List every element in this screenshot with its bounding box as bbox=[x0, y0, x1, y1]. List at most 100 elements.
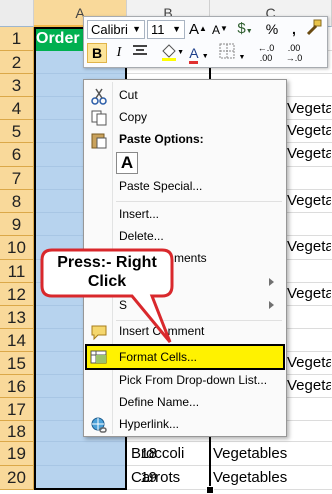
font-name-value: Calibri bbox=[91, 22, 128, 37]
row-header-19[interactable]: 19 bbox=[0, 442, 34, 466]
font-name-box[interactable]: Calibri ▼ bbox=[87, 20, 145, 39]
cell-a19[interactable] bbox=[34, 442, 127, 466]
menu-label-define-name: Define Name... bbox=[119, 395, 200, 409]
row-header-12[interactable]: 12 bbox=[0, 283, 34, 306]
cell-b20-text[interactable]: Carrots bbox=[131, 466, 210, 490]
decrease-decimal-button[interactable]: .00 →.0 bbox=[282, 43, 306, 63]
row-header-16[interactable]: 16 bbox=[0, 375, 34, 398]
comma-button[interactable]: , bbox=[287, 19, 301, 39]
row-header-1[interactable]: 1 bbox=[0, 27, 34, 51]
cell-c4[interactable]: Vegetables bbox=[287, 98, 331, 120]
decrease-decimal-icon: .00 →.0 bbox=[285, 43, 303, 63]
increase-decimal-icon: ←.0.00 bbox=[257, 43, 275, 63]
row-header-18[interactable]: 18 bbox=[0, 421, 34, 442]
row-header-20[interactable]: 20 bbox=[0, 466, 34, 490]
cell-c15[interactable]: Vegetables bbox=[287, 352, 331, 374]
fill-color-button[interactable]: ▼ bbox=[154, 43, 184, 66]
grow-font-button[interactable]: A▲ bbox=[188, 19, 208, 40]
format-painter-button[interactable] bbox=[303, 19, 325, 42]
grow-font-label: A bbox=[189, 21, 200, 38]
bold-button[interactable]: B bbox=[87, 43, 107, 63]
row-header-13[interactable]: 13 bbox=[0, 306, 34, 329]
menu-label-copy: Copy bbox=[119, 110, 148, 124]
up-arrow-icon: ▲ bbox=[199, 24, 207, 33]
currency-label: $ bbox=[237, 20, 246, 37]
row-header-3[interactable]: 3 bbox=[0, 74, 34, 97]
row-header-15[interactable]: 15 bbox=[0, 352, 34, 375]
copy-icon bbox=[91, 110, 107, 126]
cell-c8[interactable]: Vegetables bbox=[287, 190, 331, 212]
percent-button[interactable]: % bbox=[262, 19, 282, 39]
callout-text-line1: Press:- Right bbox=[57, 254, 157, 271]
menu-item-delete[interactable]: Delete... bbox=[86, 226, 284, 248]
down-arrow-icon: ▼ bbox=[220, 24, 228, 33]
currency-button[interactable]: $▼ bbox=[234, 19, 256, 42]
shrink-font-button[interactable]: A▼ bbox=[210, 19, 230, 40]
callout-text-line2: Click bbox=[87, 273, 127, 290]
chevron-down-icon: ▼ bbox=[132, 24, 141, 34]
cell-a1-text: Order bbox=[36, 30, 80, 47]
submenu-arrow-icon bbox=[269, 301, 274, 309]
menu-item-define-name[interactable]: Define Name... bbox=[86, 392, 284, 414]
cell-a20[interactable] bbox=[34, 466, 127, 490]
cell-c10[interactable]: Vegetables bbox=[287, 236, 331, 258]
row-header-17[interactable]: 17 bbox=[0, 398, 34, 421]
font-size-box[interactable]: 11 ▼ bbox=[147, 20, 185, 39]
menu-label-hyperlink: Hyperlink... bbox=[119, 417, 180, 431]
submenu-arrow-icon bbox=[269, 278, 274, 286]
shrink-font-label: A bbox=[212, 23, 221, 37]
menu-item-copy[interactable]: Copy bbox=[86, 107, 284, 129]
cell-b19-text[interactable]: Broccoli bbox=[131, 442, 210, 466]
row-header-11[interactable]: 11 bbox=[0, 260, 34, 283]
font-color-button[interactable]: A ▼ bbox=[186, 43, 212, 67]
row-header-6[interactable]: 6 bbox=[0, 143, 34, 167]
borders-icon bbox=[219, 43, 235, 59]
cell-c5[interactable]: Vegetables bbox=[287, 120, 331, 142]
row-header-8[interactable]: 8 bbox=[0, 190, 34, 213]
row-header-2[interactable]: 2 bbox=[0, 51, 34, 74]
menu-item-pick-from-list[interactable]: Pick From Drop-down List... bbox=[86, 370, 284, 392]
row-header-7[interactable]: 7 bbox=[0, 167, 34, 190]
menu-item-cut[interactable]: Cut bbox=[86, 85, 284, 107]
italic-button[interactable]: I bbox=[110, 43, 128, 63]
cell-c6[interactable]: Vegetables bbox=[287, 143, 331, 165]
chevron-down-icon: ▼ bbox=[245, 28, 253, 35]
chevron-down-icon: ▼ bbox=[172, 24, 181, 34]
mini-toolbar: Calibri ▼ 11 ▼ A▲ A▼ $▼ % , B I ▼ A ▼ ▼ … bbox=[83, 16, 328, 68]
borders-button[interactable]: ▼ bbox=[218, 43, 246, 68]
row-header-5[interactable]: 5 bbox=[0, 120, 34, 143]
cell-c12[interactable]: Vegetables bbox=[287, 283, 331, 305]
chevron-down-icon: ▼ bbox=[238, 54, 246, 61]
align-center-icon bbox=[133, 45, 147, 55]
row-header-14[interactable]: 14 bbox=[0, 329, 34, 352]
menu-label-paste-special: Paste Special... bbox=[119, 179, 203, 193]
format-cells-icon bbox=[90, 350, 107, 364]
menu-label-pick-from-list: Pick From Drop-down List... bbox=[119, 373, 268, 387]
increase-decimal-button[interactable]: ←.0.00 bbox=[254, 43, 278, 63]
menu-label-format-cells: Format Cells... bbox=[119, 350, 198, 364]
corner-select-all[interactable] bbox=[0, 0, 34, 27]
paste-values-button[interactable]: A bbox=[116, 152, 138, 174]
fill-handle[interactable] bbox=[206, 486, 214, 494]
menu-label-insert: Insert... bbox=[119, 207, 160, 221]
row-header-9[interactable]: 9 bbox=[0, 213, 34, 236]
menu-label-paste-options: Paste Options: bbox=[119, 132, 204, 146]
cell-c16[interactable]: Vegetables bbox=[287, 375, 331, 397]
menu-item-insert[interactable]: Insert... bbox=[86, 204, 284, 226]
paint-bucket-icon bbox=[162, 44, 176, 61]
menu-item-hyperlink[interactable]: Hyperlink... bbox=[86, 414, 284, 436]
cell-c20[interactable]: Vegetables bbox=[213, 466, 331, 490]
cell-c19[interactable]: Vegetables bbox=[213, 442, 331, 466]
menu-label-cut: Cut bbox=[119, 88, 138, 102]
align-center-button[interactable] bbox=[130, 43, 150, 64]
chevron-down-icon: ▼ bbox=[201, 53, 209, 60]
font-size-value: 11 bbox=[151, 22, 165, 37]
menu-item-paste-special[interactable]: Paste Special... bbox=[86, 176, 284, 198]
menu-separator bbox=[116, 201, 282, 202]
chevron-down-icon: ▼ bbox=[177, 49, 184, 56]
font-color-label: A bbox=[189, 45, 198, 64]
spreadsheet-window: A B C 1 2 3 4 5 6 7 8 9 10 11 12 13 14 15 16 17 18 19 20 Or… bbox=[0, 0, 332, 494]
hyperlink-globe-icon bbox=[91, 417, 107, 433]
row-header-4[interactable]: 4 bbox=[0, 97, 34, 120]
row-header-10[interactable]: 10 bbox=[0, 236, 34, 260]
